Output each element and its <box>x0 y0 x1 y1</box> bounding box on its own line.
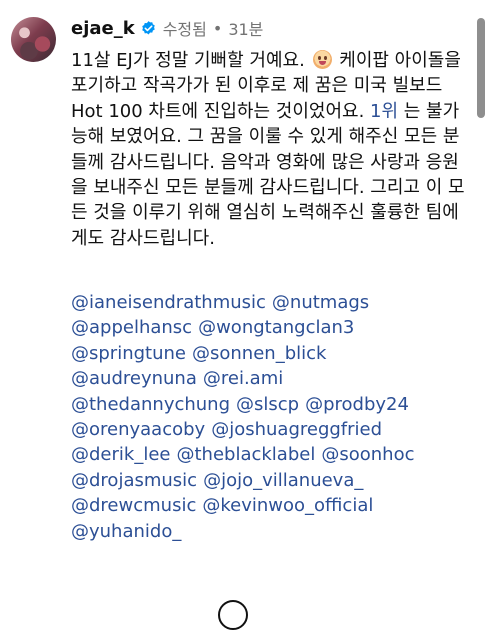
mention-link[interactable]: @drojasmusic <box>71 470 197 491</box>
mention-list: @ianeisendrathmusic @nutmags @appelhansc @w… <box>71 290 475 544</box>
mention-link[interactable]: @joshuagreggfried <box>211 419 382 440</box>
mention-link[interactable]: @orenyaacoby <box>71 419 205 440</box>
mention-link[interactable]: @derik_lee <box>71 444 170 465</box>
mention-link[interactable]: @jojo_villanueva_ <box>203 470 363 491</box>
mention-link[interactable]: @springtune <box>71 343 186 364</box>
circle-icon[interactable] <box>218 600 248 630</box>
mention-link[interactable]: @thedannychung <box>71 394 230 415</box>
timestamp[interactable]: 31분 <box>228 16 263 40</box>
mention-line: @ianeisendrathmusic @nutmags <box>71 290 475 315</box>
mention-link[interactable]: @slscp <box>236 394 299 415</box>
mention-line: @appelhansc @wongtangclan3 <box>71 315 475 340</box>
rank-link[interactable]: 1위 <box>370 101 398 122</box>
smiling-face-emoji-icon <box>312 50 332 69</box>
scrollbar[interactable] <box>477 18 485 118</box>
mention-line: @drojasmusic @jojo_villanueva_ <box>71 468 475 493</box>
edited-label: 수정됨 <box>162 20 207 39</box>
mention-line: @audreynuna @rei.ami <box>71 366 475 391</box>
mention-link[interactable]: @drewcmusic <box>71 495 196 516</box>
post-caption: 11살 EJ가 정말 기뻐할 거예요. 케이팝 아이돌을 포기하고 작곡가가 된… <box>71 48 475 251</box>
mention-link[interactable]: @prodby24 <box>305 394 409 415</box>
separator-dot: • <box>212 18 223 38</box>
mention-line: @orenyaacoby @joshuagreggfried <box>71 417 475 442</box>
caption-part-3: 는 불가능해 보였어요. 그 꿈을 이룰 수 있게 해주신 모든 분들께 감사드… <box>71 100 465 249</box>
mention-line: @springtune @sonnen_blick <box>71 341 475 366</box>
mention-link[interactable]: @soonhoc <box>321 444 414 465</box>
post-header: ejae_k 수정됨 • 31분 <box>71 14 263 42</box>
mention-link[interactable]: @kevinwoo_official <box>202 495 373 516</box>
mention-link[interactable]: @ianeisendrathmusic <box>71 292 266 313</box>
mention-line: @thedannychung @slscp @prodby24 <box>71 392 475 417</box>
mention-link[interactable]: @theblacklabel <box>176 444 315 465</box>
mention-link[interactable]: @appelhansc <box>71 317 192 338</box>
username[interactable]: ejae_k <box>71 18 135 39</box>
mention-link[interactable]: @wongtangclan3 <box>198 317 354 338</box>
caption-part-1: 11살 EJ가 정말 기뻐할 거예요. <box>71 50 305 71</box>
mention-line: @derik_lee @theblacklabel @soonhoc <box>71 442 475 467</box>
caption-text: 11살 EJ가 정말 기뻐할 거예요. 케이팝 아이돌을 포기하고 작곡가가 된… <box>71 48 475 251</box>
mention-link[interactable]: @nutmags <box>272 292 369 313</box>
mention-line: @drewcmusic @kevinwoo_official <box>71 493 475 518</box>
mention-line: @yuhanido_ <box>71 519 475 544</box>
mention-link[interactable]: @audreynuna <box>71 368 197 389</box>
avatar[interactable] <box>11 17 56 62</box>
mention-link[interactable]: @rei.ami <box>203 368 283 389</box>
mention-link[interactable]: @yuhanido_ <box>71 521 181 542</box>
mention-link[interactable]: @sonnen_blick <box>192 343 326 364</box>
verified-badge-icon <box>141 20 155 35</box>
